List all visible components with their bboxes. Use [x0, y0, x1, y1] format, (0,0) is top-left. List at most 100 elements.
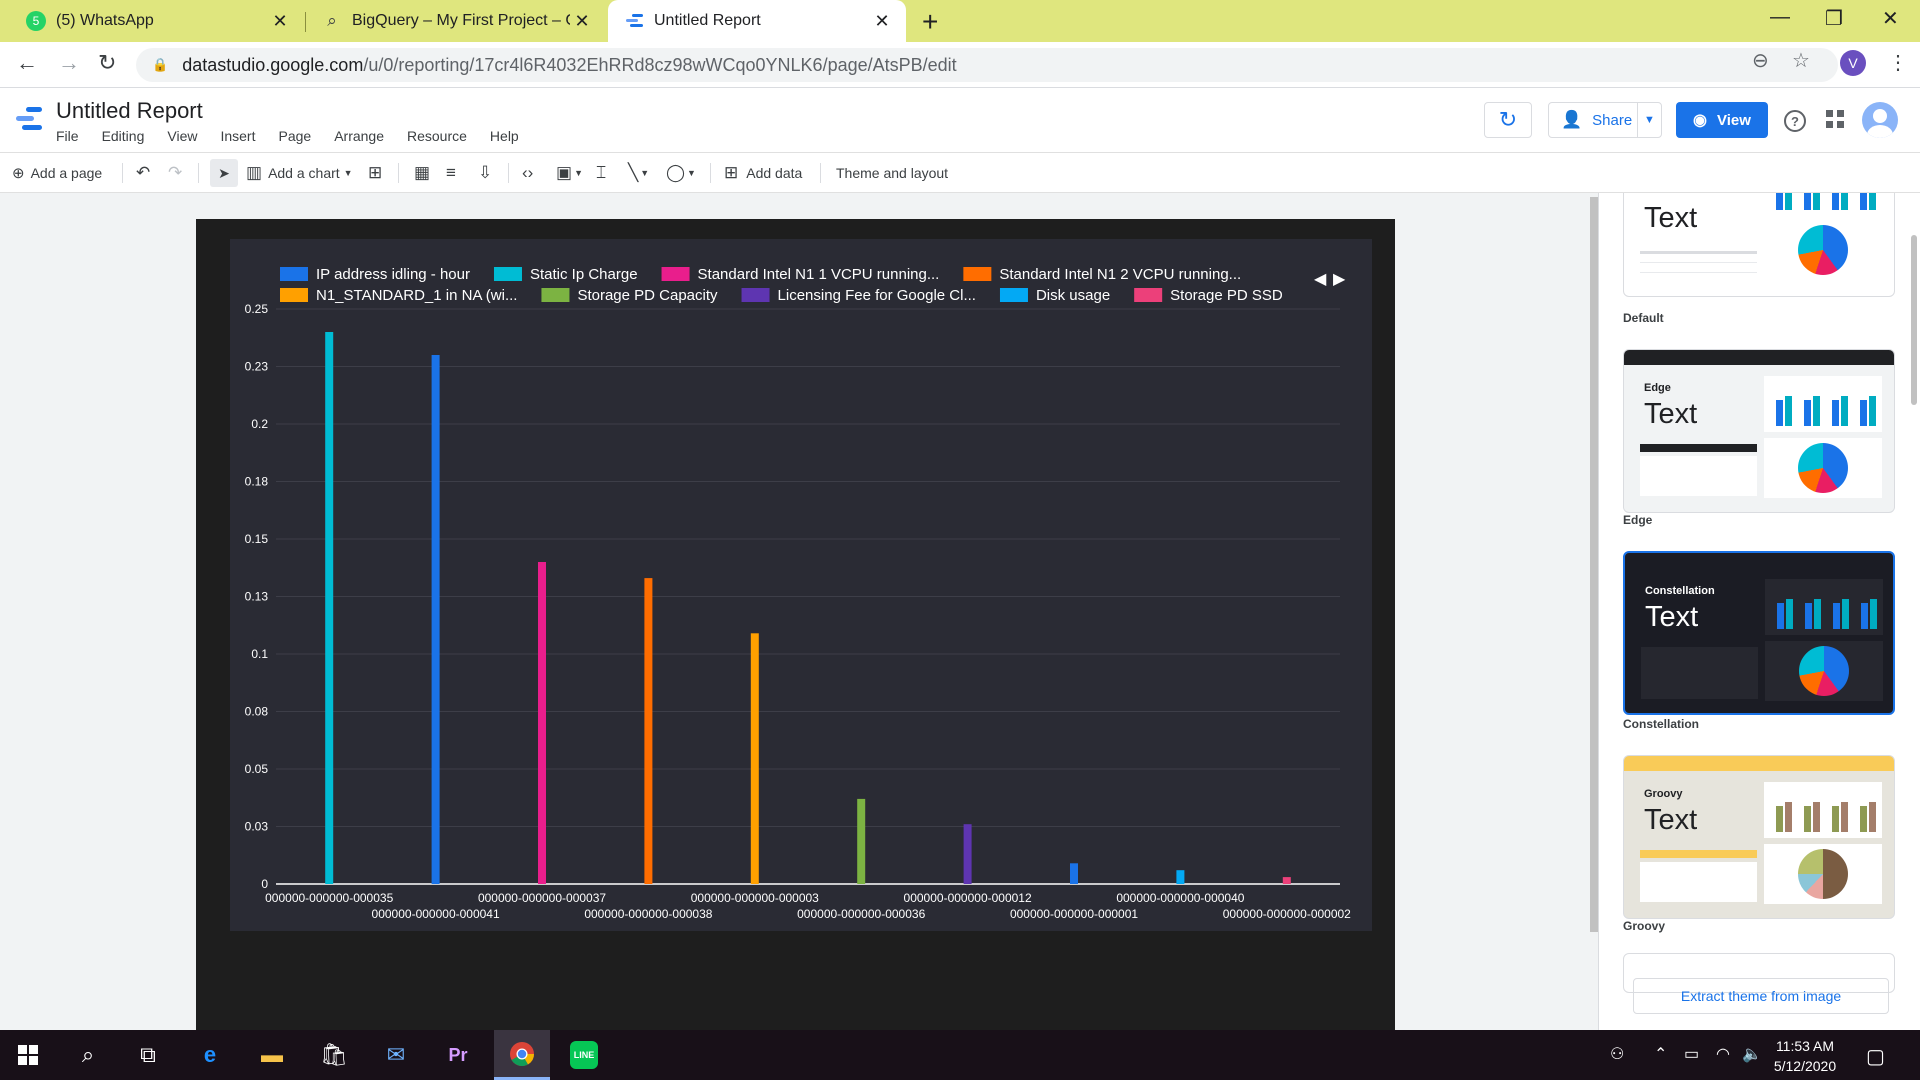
- extract-theme-button[interactable]: Extract theme from image: [1633, 978, 1889, 1014]
- chevron-down-icon[interactable]: ▼: [1637, 103, 1661, 137]
- minimize-icon[interactable]: —: [1770, 6, 1790, 29]
- bar-8[interactable]: [1070, 863, 1078, 884]
- forward-icon[interactable]: →: [58, 50, 80, 76]
- redo-button[interactable]: ↷: [168, 153, 182, 193]
- tab-whatsapp[interactable]: 5 (5) WhatsApp ✕: [0, 0, 304, 42]
- lock-icon: 🔒: [152, 57, 169, 72]
- mail-icon[interactable]: ✉: [368, 1030, 424, 1080]
- bar-6[interactable]: [857, 798, 866, 884]
- notifications-icon[interactable]: ▢: [1866, 1044, 1885, 1069]
- data-control-button[interactable]: ⇩: [478, 153, 492, 193]
- menu-insert[interactable]: Insert: [220, 128, 255, 144]
- bar-3[interactable]: [538, 562, 546, 884]
- new-tab-button[interactable]: +: [922, 6, 938, 38]
- back-icon[interactable]: ←: [16, 50, 38, 76]
- image-button[interactable]: ▣ ▼: [556, 153, 583, 193]
- bar-10[interactable]: [1282, 877, 1291, 884]
- filter-control-button[interactable]: ≡: [446, 153, 456, 193]
- address-bar: ← → ↻ 🔒 datastudio.google.com/u/0/report…: [0, 42, 1920, 88]
- view-button[interactable]: ◉ View: [1676, 102, 1768, 138]
- menu-help[interactable]: Help: [490, 128, 519, 144]
- select-tool-button[interactable]: ➤: [210, 159, 238, 187]
- refresh-data-button[interactable]: ↻: [1484, 102, 1532, 138]
- report-title[interactable]: Untitled Report: [56, 98, 203, 124]
- avatar[interactable]: [1862, 102, 1898, 138]
- undo-button[interactable]: ↶: [136, 153, 150, 193]
- legend-label: IP address idling - hour: [316, 266, 470, 283]
- close-icon[interactable]: ✕: [870, 11, 894, 32]
- close-icon[interactable]: ✕: [570, 11, 594, 32]
- legend-label: Standard Intel N1 2 VCPU running...: [999, 266, 1241, 283]
- bar-chart[interactable]: 0 0.03 0.05 0.08 0.1 0.13 0.15 0.18 0.2 0.23 0.25 0…: [230, 239, 1372, 931]
- url-input[interactable]: 🔒 datastudio.google.com/u/0/reporting/17…: [136, 48, 1838, 82]
- bar-7[interactable]: [963, 824, 972, 884]
- close-icon[interactable]: ✕: [268, 11, 292, 32]
- embed-url-button[interactable]: ‹›: [522, 153, 533, 193]
- add-chart-button[interactable]: ▥ Add a chart ▼: [246, 153, 353, 193]
- chevron-up-icon[interactable]: ⌃: [1654, 1044, 1667, 1064]
- legend-swatch: [741, 288, 770, 302]
- volume-icon[interactable]: 🔈: [1742, 1044, 1762, 1064]
- profile-avatar[interactable]: V: [1840, 50, 1866, 76]
- zoom-icon[interactable]: ⊖: [1752, 48, 1769, 73]
- y-tick-label: 0: [261, 877, 268, 891]
- store-icon[interactable]: 🛍: [306, 1030, 362, 1080]
- canvas-scrollbar[interactable]: [1590, 197, 1598, 932]
- people-icon[interactable]: ⚇: [1610, 1044, 1624, 1064]
- theme-panel-scrollbar[interactable]: [1911, 235, 1917, 405]
- theme-card-groovy[interactable]: Groovy Text: [1623, 755, 1895, 919]
- text-button[interactable]: ⌶: [596, 153, 606, 193]
- tab-bigquery[interactable]: ⌕ BigQuery – My First Project – Go ✕: [306, 0, 606, 42]
- battery-icon[interactable]: ▭: [1684, 1044, 1699, 1064]
- legend-next-icon[interactable]: ▶: [1333, 271, 1346, 288]
- theme-sample-text: Text: [1644, 398, 1698, 430]
- theme-card-default[interactable]: Text: [1623, 193, 1895, 297]
- theme-card-constellation[interactable]: Constellation Text: [1623, 551, 1895, 715]
- bar-4[interactable]: [644, 578, 653, 884]
- theme-bars: [1764, 376, 1882, 432]
- search-icon[interactable]: ⌕: [60, 1030, 116, 1080]
- report-page[interactable]: 0 0.03 0.05 0.08 0.1 0.13 0.15 0.18 0.2 0.23 0.25 0…: [196, 219, 1395, 1039]
- system-clock[interactable]: 11:53 AM 5/12/2020: [1760, 1036, 1850, 1076]
- date-range-button[interactable]: ▦: [414, 153, 430, 193]
- menu-editing[interactable]: Editing: [102, 128, 145, 144]
- theme-card-edge[interactable]: Edge Text: [1623, 349, 1895, 513]
- bar-9[interactable]: [1176, 870, 1185, 884]
- add-data-button[interactable]: ⊞ Add data: [724, 153, 802, 193]
- menu-view[interactable]: View: [167, 128, 197, 144]
- add-page-button[interactable]: ⊕ Add a page: [12, 153, 102, 193]
- wifi-icon[interactable]: ◠: [1716, 1044, 1730, 1064]
- menu-resource[interactable]: Resource: [407, 128, 467, 144]
- task-view-icon[interactable]: ⧉: [120, 1030, 176, 1080]
- shape-button[interactable]: ◯ ▼: [666, 153, 696, 193]
- community-viz-button[interactable]: ⊞: [368, 153, 382, 193]
- premiere-pro-icon[interactable]: Pr: [430, 1030, 486, 1080]
- bar-5[interactable]: [750, 633, 759, 884]
- menu-page[interactable]: Page: [278, 128, 311, 144]
- maximize-icon[interactable]: ❐: [1825, 6, 1843, 31]
- datastudio-logo-icon[interactable]: [14, 104, 44, 134]
- bar-1[interactable]: [325, 332, 334, 884]
- reload-icon[interactable]: ↻: [98, 50, 116, 76]
- windows-start-icon[interactable]: [0, 1030, 56, 1080]
- help-icon[interactable]: ?: [1784, 110, 1806, 132]
- legend-prev-icon[interactable]: ◀: [1314, 271, 1327, 288]
- line-button[interactable]: ╲ ▼: [628, 153, 649, 193]
- file-explorer-icon[interactable]: ▬: [244, 1030, 300, 1080]
- menu-file[interactable]: File: [56, 128, 79, 144]
- tab-untitled-report[interactable]: Untitled Report ✕: [608, 0, 906, 42]
- theme-bars: [1764, 193, 1882, 216]
- chrome-icon[interactable]: [494, 1030, 550, 1080]
- edge-browser-icon[interactable]: e: [182, 1030, 238, 1080]
- more-icon[interactable]: ⋮: [1888, 50, 1908, 75]
- bookmark-star-icon[interactable]: ☆: [1792, 48, 1810, 73]
- share-button[interactable]: 👤 Share ▼: [1548, 102, 1662, 138]
- theme-layout-button[interactable]: Theme and layout: [836, 153, 948, 193]
- line-app-icon[interactable]: LINE: [556, 1030, 612, 1080]
- apps-grid-icon[interactable]: [1826, 110, 1844, 128]
- bar-2[interactable]: [431, 355, 440, 884]
- menu-arrange[interactable]: Arrange: [334, 128, 384, 144]
- close-window-icon[interactable]: ✕: [1882, 6, 1899, 31]
- theme-sample-text: Text: [1645, 601, 1699, 633]
- chevron-down-icon: ▼: [640, 168, 650, 178]
